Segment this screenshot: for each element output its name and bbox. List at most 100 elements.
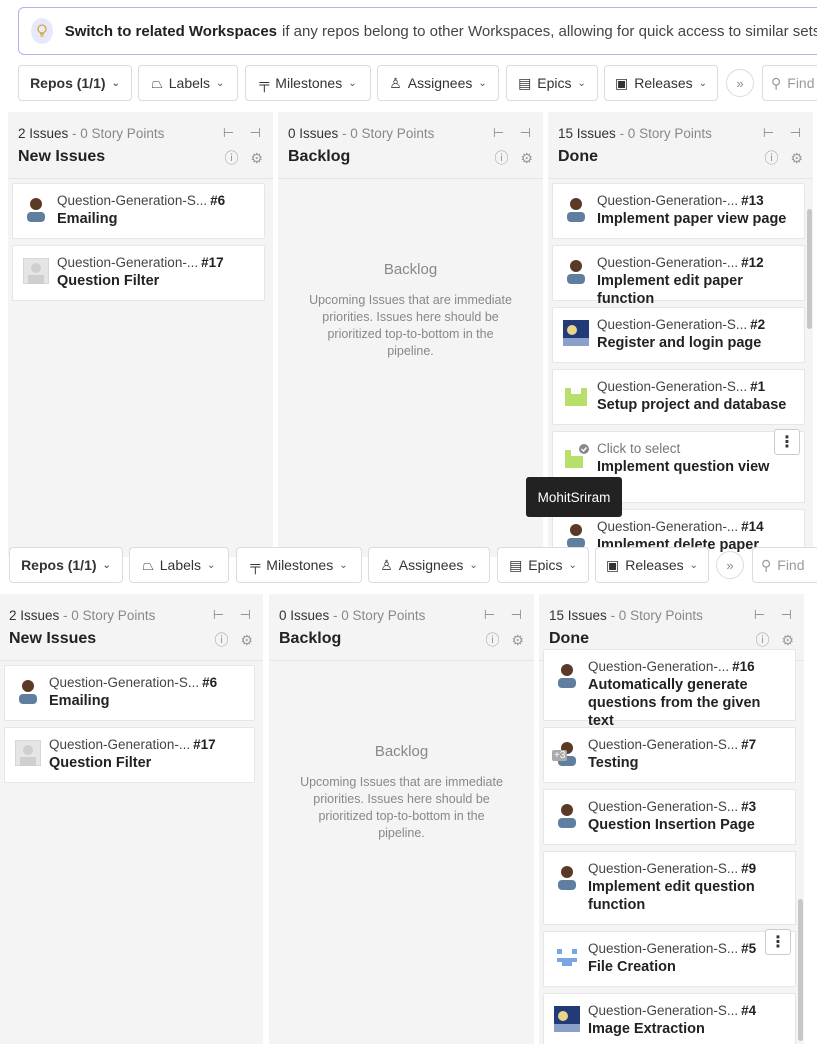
find-input[interactable]: ⚲ Find: [752, 547, 817, 583]
issue-card[interactable]: Question-Generation-S... #2 Register and …: [552, 307, 805, 363]
milestone-icon: ╤: [250, 557, 261, 573]
chevron-down-icon: ⌄: [102, 559, 111, 571]
epic-icon: ▤: [509, 556, 523, 573]
filter-toolbar: Repos (1/1) ⌄ ⏢ Labels ⌄ ╤ Milestones ⌄ ♙ Assi…: [0, 547, 817, 587]
column-title: New Issues: [18, 148, 106, 165]
column-settings-icon[interactable]: ⓘ ⚙: [486, 630, 528, 650]
issue-card[interactable]: Question-Generation-S... #6 Emailing: [4, 665, 255, 721]
epic-icon: ▤: [518, 74, 532, 91]
issue-title: Image Extraction: [588, 1021, 705, 1037]
issue-repo: Question-Generation-S... #6: [57, 193, 226, 208]
releases-filter-button[interactable]: ▣ Releases ⌄: [604, 65, 718, 101]
lightbulb-icon: [31, 18, 53, 44]
more-options-icon[interactable]: ⋮: [774, 429, 800, 455]
click-to-select-label[interactable]: Click to select: [597, 441, 796, 456]
avatar: [563, 382, 589, 408]
issue-card[interactable]: Question-Generation-... #17 Question Filt…: [4, 727, 255, 783]
issue-card[interactable]: Question-Generation-... #13 Implement pap…: [552, 183, 805, 239]
empty-placeholder: Backlog Upcoming Issues that are immedia…: [269, 743, 534, 842]
issue-repo: Question-Generation-S... #2: [597, 317, 766, 332]
issue-title: Implement paper view page: [597, 211, 787, 227]
column-settings-icon[interactable]: ⓘ ⚙: [215, 630, 257, 650]
more-filters-button[interactable]: »: [726, 69, 754, 97]
search-icon: ⚲: [761, 556, 772, 573]
workspace-banner[interactable]: Switch to related Workspaces if any repo…: [18, 7, 817, 55]
collapse-icon[interactable]: ⊢ ⊣: [223, 125, 267, 141]
milestones-filter-button[interactable]: ╤ Milestones ⌄: [236, 547, 362, 583]
column-settings-icon[interactable]: ⓘ ⚙: [756, 630, 798, 650]
labels-filter-button[interactable]: ⏢ Labels ⌄: [129, 547, 229, 583]
column-title: New Issues: [9, 630, 97, 647]
issue-card[interactable]: Question-Generation-S... #9 Implement edi…: [543, 851, 796, 925]
avatar: [27, 198, 45, 222]
issue-card[interactable]: +3 Question-Generation-S... #7 Testing: [543, 727, 796, 783]
chevron-down-icon: ⌄: [698, 77, 707, 89]
issue-card[interactable]: Question-Generation-... #16 Automatically…: [543, 649, 796, 729]
avatar: [567, 260, 585, 284]
issue-title: Question Filter: [49, 755, 152, 771]
epics-filter-button[interactable]: ▤ Epics ⌄: [497, 547, 589, 583]
labels-filter-button[interactable]: ⏢ Labels ⌄: [138, 65, 238, 101]
repos-label: Repos (1/1): [30, 75, 106, 91]
collapse-icon[interactable]: ⊢ ⊣: [484, 607, 528, 623]
issue-repo: Question-Generation-S... #6: [49, 675, 218, 690]
column-settings-icon[interactable]: ⓘ ⚙: [495, 148, 537, 168]
avatar: [567, 524, 585, 548]
collapse-icon[interactable]: ⊢ ⊣: [213, 607, 257, 623]
assignees-filter-button[interactable]: ♙ Assignees ⌄: [368, 547, 490, 583]
column-settings-icon[interactable]: ⓘ ⚙: [765, 148, 807, 168]
collapse-icon[interactable]: ⊢ ⊣: [763, 125, 807, 141]
epics-filter-button[interactable]: ▤ Epics ⌄: [506, 65, 598, 101]
more-filters-button[interactable]: »: [716, 551, 744, 579]
issue-repo: Question-Generation-S... #7: [588, 737, 757, 752]
column-new-issues: 2 Issues - 0 Story Points New Issues ⊢ ⊣…: [0, 594, 263, 1044]
double-chevron-right-icon: »: [726, 557, 734, 573]
banner-title[interactable]: Switch to related Workspaces: [65, 23, 277, 40]
milestones-filter-button[interactable]: ╤ Milestones ⌄: [245, 65, 371, 101]
scrollbar[interactable]: [807, 209, 812, 329]
issue-card[interactable]: Question-Generation-S... #3 Question Inse…: [543, 789, 796, 845]
find-input[interactable]: ⚲ Find: [762, 65, 817, 101]
epics-label: Epics: [528, 557, 563, 573]
avatar: [19, 680, 37, 704]
issue-repo: Question-Generation-S... #5: [588, 941, 757, 956]
double-chevron-right-icon: »: [736, 75, 744, 91]
chevron-down-icon: ⌄: [348, 77, 357, 89]
chevron-down-icon: ⌄: [339, 559, 348, 571]
releases-filter-button[interactable]: ▣ Releases ⌄: [595, 547, 709, 583]
issue-card[interactable]: Question-Generation-... #12 Implement edi…: [552, 245, 805, 307]
assignees-label: Assignees: [398, 557, 464, 573]
column-count: 15 Issues - 0 Story Points: [558, 126, 712, 141]
release-icon: ▣: [606, 556, 620, 573]
column-settings-icon[interactable]: ⓘ ⚙: [225, 148, 267, 168]
search-icon: ⚲: [771, 74, 782, 91]
avatar: [558, 804, 576, 828]
issue-title: Setup project and database: [597, 397, 787, 413]
issue-card[interactable]: Question-Generation-S... #6 Emailing: [12, 183, 265, 239]
collapse-icon[interactable]: ⊢ ⊣: [493, 125, 537, 141]
column-count: 15 Issues - 0 Story Points: [549, 608, 703, 623]
issue-card[interactable]: Question-Generation-... #17 Question Filt…: [12, 245, 265, 301]
repos-filter-button[interactable]: Repos (1/1) ⌄: [9, 547, 123, 583]
issue-title: Implement question view: [597, 459, 770, 475]
scrollbar[interactable]: [798, 899, 803, 1041]
issue-title: Automatically generate questions from th…: [588, 677, 761, 729]
releases-label: Releases: [634, 75, 693, 91]
avatar: [563, 320, 589, 346]
assignees-filter-button[interactable]: ♙ Assignees ⌄: [377, 65, 499, 101]
more-options-icon[interactable]: ⋮: [765, 929, 791, 955]
issue-card[interactable]: Question-Generation-S... #1 Setup project…: [552, 369, 805, 425]
column-title: Backlog: [288, 148, 351, 165]
column-count: 2 Issues - 0 Story Points: [18, 126, 165, 141]
issue-repo: Question-Generation-... #12: [597, 255, 764, 270]
issue-card[interactable]: Question-Generation-S... #4 Image Extract…: [543, 993, 796, 1044]
placeholder-description: Upcoming Issues that are immediate prior…: [309, 293, 512, 358]
chevron-down-icon: ⌄: [689, 559, 698, 571]
chevron-down-icon: ⌄: [478, 77, 487, 89]
epics-label: Epics: [537, 75, 572, 91]
avatar: [558, 664, 576, 688]
issue-card[interactable]: Question-Generation-S... #5 File Creation…: [543, 929, 796, 987]
placeholder-description: Upcoming Issues that are immediate prior…: [300, 775, 503, 840]
repos-filter-button[interactable]: Repos (1/1) ⌄: [18, 65, 132, 101]
collapse-icon[interactable]: ⊢ ⊣: [754, 607, 798, 623]
